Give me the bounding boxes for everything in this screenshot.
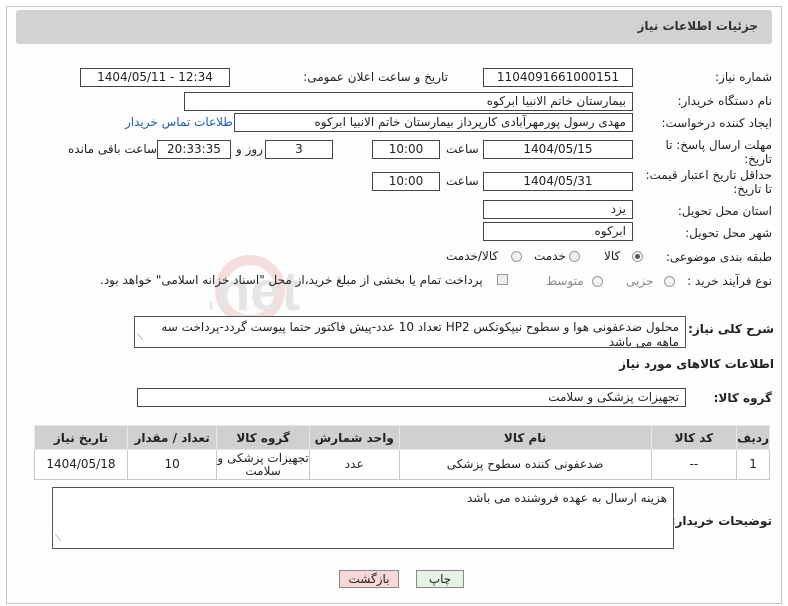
- validity-time-field: 10:00: [372, 172, 440, 191]
- deadline-time-label: ساعت: [446, 142, 479, 156]
- col-row-number: ردیف: [736, 425, 770, 450]
- col-quantity: تعداد / مقدار: [126, 425, 218, 450]
- deadline-label-2: تاریخ:: [744, 152, 772, 166]
- cell-need-date: 1404/05/18: [34, 449, 128, 480]
- table-row: 1 -- ضدعفونی کننده سطوح پزشکی عدد تجهیزا…: [34, 449, 770, 480]
- creator-label: ایجاد کننده درخواست:: [661, 116, 772, 130]
- resize-handle-icon[interactable]: ⟋: [137, 331, 143, 346]
- cell-goods-group: تجهیزات پزشکی و سلامت: [216, 449, 310, 480]
- deadline-label: مهلت ارسال پاسخ: تا: [665, 138, 772, 152]
- category-radio-goods[interactable]: [632, 251, 643, 262]
- validity-date-field: 1404/05/31: [483, 172, 633, 191]
- need-number-label: شماره نیاز:: [715, 70, 772, 84]
- remaining-time-label: ساعت باقی مانده: [68, 142, 158, 156]
- process-option-medium: متوسط: [546, 274, 584, 288]
- page-title: جزئیات اطلاعات نیاز: [637, 19, 758, 33]
- process-radio-minor[interactable]: [664, 276, 675, 287]
- col-need-date: تاریخ نیاز: [34, 425, 128, 450]
- creator-field: مهدی رسول پورمهرآبادی کارپرداز بیمارستان…: [234, 113, 633, 132]
- cell-quantity: 10: [126, 449, 218, 480]
- days-label: روز و: [236, 142, 263, 156]
- category-radio-both[interactable]: [511, 251, 522, 262]
- cell-unit: عدد: [308, 449, 400, 480]
- days-field: 3: [265, 140, 333, 159]
- buyer-org-label: نام دستگاه خریدار:: [677, 94, 773, 108]
- treasury-payment-note: پرداخت تمام یا بخشی از مبلغ خرید،از محل …: [100, 273, 483, 287]
- buyer-contact-link[interactable]: اطلاعات تماس خریدار: [125, 115, 236, 129]
- deadline-time-field: 10:00: [372, 140, 440, 159]
- cell-goods-code: --: [650, 449, 738, 480]
- remaining-time-field: 20:33:35: [157, 140, 231, 159]
- buyer-notes-textarea: هزینه ارسال به عهده فروشنده می باشد ⟋: [52, 487, 674, 549]
- col-unit: واحد شمارش: [308, 425, 400, 450]
- validity-time-label: ساعت: [446, 174, 479, 188]
- description-label: شرح کلی نیاز:: [688, 322, 774, 336]
- announce-label: تاریخ و ساعت اعلان عمومی:: [303, 70, 448, 84]
- category-option-both: کالا/خدمت: [446, 249, 499, 263]
- category-option-service: خدمت: [534, 249, 566, 263]
- need-number-field: 1104091661000151: [483, 68, 633, 87]
- cell-row-number: 1: [736, 449, 770, 480]
- goods-table: ردیف کد کالا نام کالا واحد شمارش گروه کا…: [34, 425, 770, 480]
- description-text: محلول ضدعفونی هوا و سطوح نیپکوتکس HP2 تع…: [161, 320, 679, 348]
- announce-field: 1404/05/11 - 12:34: [80, 68, 230, 87]
- cell-goods-name: ضدعفونی کننده سطوح پزشکی: [398, 449, 652, 480]
- province-field: یزد: [483, 200, 633, 219]
- validity-label: حداقل تاریخ اعتبار قیمت:: [645, 168, 772, 182]
- process-option-minor: جزیی: [626, 274, 654, 288]
- resize-handle-icon[interactable]: ⟋: [55, 532, 61, 547]
- col-goods-group: گروه کالا: [216, 425, 310, 450]
- header-bar: جزئیات اطلاعات نیاز: [16, 10, 772, 44]
- category-radio-service[interactable]: [569, 251, 580, 262]
- city-field: ابرکوه: [483, 222, 633, 241]
- back-button[interactable]: بازگشت: [339, 570, 399, 588]
- goods-section-title: اطلاعات کالاهای مورد نیاز: [619, 357, 774, 371]
- deadline-date-field: 1404/05/15: [483, 140, 633, 159]
- category-label: طبقه بندی موضوعی:: [665, 250, 772, 264]
- process-label: نوع فرآیند خرید :: [687, 274, 772, 288]
- process-radio-medium[interactable]: [592, 276, 603, 287]
- buyer-notes-label: توضیحات خریدار:: [670, 514, 772, 528]
- col-goods-name: نام کالا: [398, 425, 652, 450]
- city-label: شهر محل تحویل:: [685, 226, 772, 240]
- col-goods-code: کد کالا: [650, 425, 738, 450]
- description-textarea: محلول ضدعفونی هوا و سطوح نیپکوتکس HP2 تع…: [134, 316, 686, 348]
- buyer-org-field: بیمارستان خاتم الانبیا ابرکوه: [184, 92, 633, 111]
- goods-group-label: گروه کالا:: [713, 391, 772, 405]
- treasury-payment-checkbox[interactable]: [497, 274, 508, 285]
- goods-group-field: تجهیزات پزشکی و سلامت: [137, 388, 686, 407]
- validity-label-2: تا تاریخ:: [733, 182, 772, 196]
- goods-table-header: ردیف کد کالا نام کالا واحد شمارش گروه کا…: [34, 425, 770, 450]
- province-label: استان محل تحویل:: [677, 204, 772, 218]
- print-button[interactable]: چاپ: [416, 570, 464, 588]
- buyer-notes-text: هزینه ارسال به عهده فروشنده می باشد: [466, 491, 667, 505]
- category-option-goods: کالا: [604, 249, 621, 263]
